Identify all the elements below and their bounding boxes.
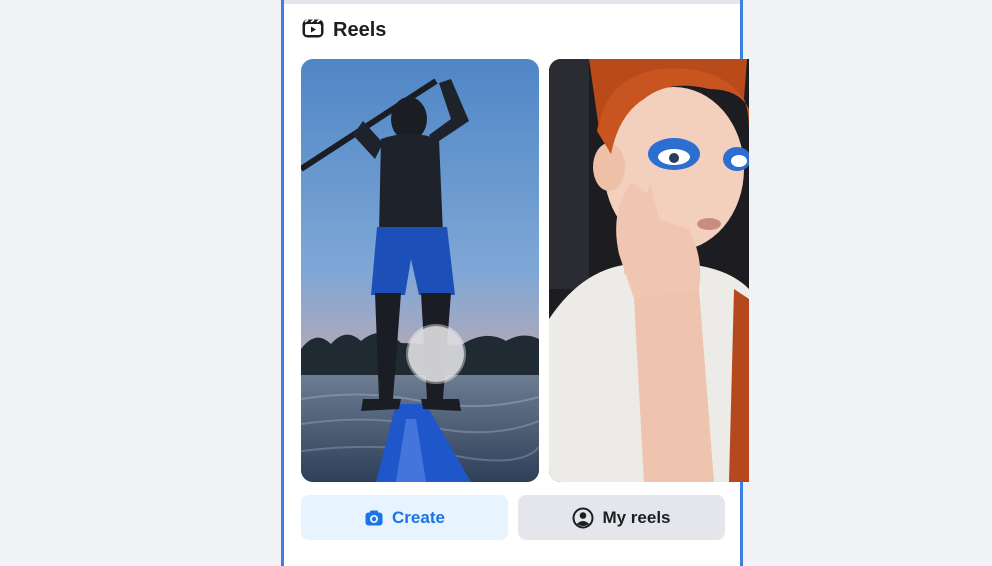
reel-card-paddleboard[interactable] (301, 59, 539, 482)
reel-thumbnail-makeup (549, 59, 749, 482)
my-reels-button[interactable]: My reels (518, 495, 725, 540)
reels-header: Reels (301, 16, 386, 44)
create-button[interactable]: Create (301, 495, 508, 540)
play-icon[interactable] (408, 326, 464, 382)
reels-icon (301, 16, 325, 45)
section-title: Reels (333, 18, 387, 41)
my-reels-label: My reels (602, 507, 671, 527)
profile-icon (572, 507, 594, 529)
reel-card-makeup[interactable] (549, 59, 749, 482)
reels-panel: Reels Create My reels (281, 0, 749, 566)
create-label: Create (392, 507, 445, 527)
top-divider (284, 0, 740, 4)
camera-icon (364, 508, 384, 528)
reel-thumbnail-paddleboard (301, 59, 539, 482)
